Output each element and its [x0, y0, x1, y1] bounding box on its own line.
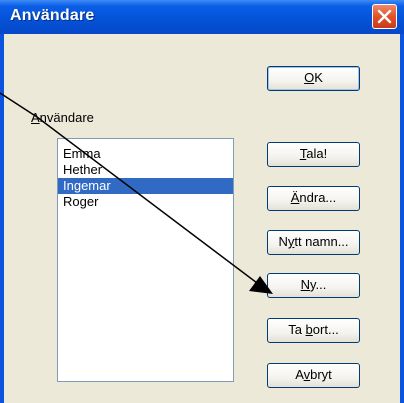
list-item-emma[interactable]: Emma — [58, 146, 233, 162]
close-button[interactable] — [372, 4, 397, 29]
new-button[interactable]: Ny... — [267, 273, 360, 298]
users-list-label: Användare — [31, 110, 94, 125]
users-listbox[interactable]: Emma Hether Ingemar Roger — [57, 138, 234, 382]
window-title: Användare — [10, 7, 95, 24]
close-icon — [377, 9, 392, 24]
title-bar[interactable]: Användare — [0, 0, 404, 34]
list-item-hether[interactable]: Hether — [58, 162, 233, 178]
list-item-ingemar[interactable]: Ingemar — [58, 178, 233, 194]
delete-button[interactable]: Ta bort... — [267, 318, 360, 343]
edit-button[interactable]: Ändra... — [267, 186, 360, 211]
screenshot: Användare Användare Emma Hether Ingemar … — [0, 0, 404, 403]
speak-button[interactable]: Tala! — [267, 142, 360, 167]
new-name-button[interactable]: Nytt namn... — [267, 230, 360, 255]
cancel-button[interactable]: Avbryt — [267, 363, 360, 388]
list-item-roger[interactable]: Roger — [58, 194, 233, 210]
list-top-padding — [58, 139, 233, 146]
ok-button[interactable]: OK — [267, 66, 360, 91]
